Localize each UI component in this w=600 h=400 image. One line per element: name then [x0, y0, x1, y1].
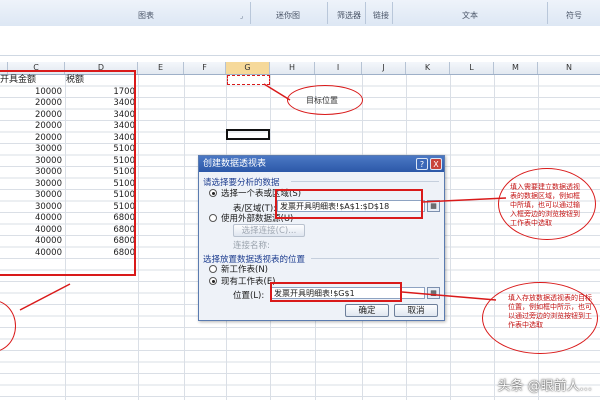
watermark: 头条 @眼前人...: [497, 379, 592, 394]
column-header-f[interactable]: F: [184, 62, 226, 74]
column-header-i[interactable]: I: [315, 62, 362, 74]
dialog-launcher-icon[interactable]: ⌟: [240, 12, 243, 20]
ribbon-group-text[interactable]: 文本: [462, 10, 478, 21]
column-header-j[interactable]: J: [362, 62, 406, 74]
note2-text: 填入存放数据透视表的目标位置，例如框中所示，也可以通过旁边的浏览按钮到工作表中选…: [508, 294, 592, 329]
column-header-l[interactable]: L: [450, 62, 494, 74]
ribbon: 图表 ⌟ 迷你图 筛选器 链接 文本 符号: [0, 0, 600, 27]
radio-table-range[interactable]: [209, 189, 217, 197]
close-icon[interactable]: X: [430, 158, 442, 170]
ribbon-group-filters[interactable]: 筛选器: [337, 10, 361, 21]
location-input-highlight: [270, 282, 402, 302]
ribbon-group-symbols[interactable]: 符号: [566, 10, 582, 21]
radio-new-sheet[interactable]: [209, 265, 217, 273]
choose-connection-button[interactable]: 选择连接(C)...: [233, 224, 305, 237]
formula-bar-area: [0, 26, 600, 56]
connection-name-label: 连接名称:: [233, 241, 270, 251]
target-annotation-text: 目标位置: [306, 96, 338, 105]
ribbon-group-sparklines[interactable]: 迷你图: [276, 10, 300, 21]
dialog-title[interactable]: 创建数据透视表: [199, 156, 444, 172]
location-label: 位置(L):: [233, 291, 265, 301]
ok-button[interactable]: 确定: [345, 304, 389, 317]
column-header-k[interactable]: K: [406, 62, 450, 74]
ribbon-group-charts[interactable]: 图表: [138, 10, 154, 21]
radio-external-source[interactable]: [209, 214, 217, 222]
range-input-highlight: [275, 189, 423, 219]
column-header-n[interactable]: N: [538, 62, 600, 74]
opt-new-sheet-label[interactable]: 新工作表(N): [221, 263, 268, 275]
column-header-g[interactable]: G: [226, 62, 270, 74]
column-header-m[interactable]: M: [494, 62, 538, 74]
help-icon[interactable]: ?: [416, 158, 428, 170]
opt-existing-sheet-label[interactable]: 现有工作表(E): [221, 275, 276, 287]
source-range-highlight: [0, 70, 136, 276]
active-cell[interactable]: [226, 129, 270, 140]
column-header-e[interactable]: E: [138, 62, 184, 74]
arrow-line-note1: [421, 197, 507, 203]
note1-text: 填入需要建立数据透视表的数据区域，例如框中所填，也可以通过输入框旁边的浏览按钮到…: [510, 183, 580, 227]
column-header-h[interactable]: H: [270, 62, 315, 74]
ribbon-group-links[interactable]: 链接: [373, 10, 389, 21]
radio-existing-sheet[interactable]: [209, 277, 217, 285]
